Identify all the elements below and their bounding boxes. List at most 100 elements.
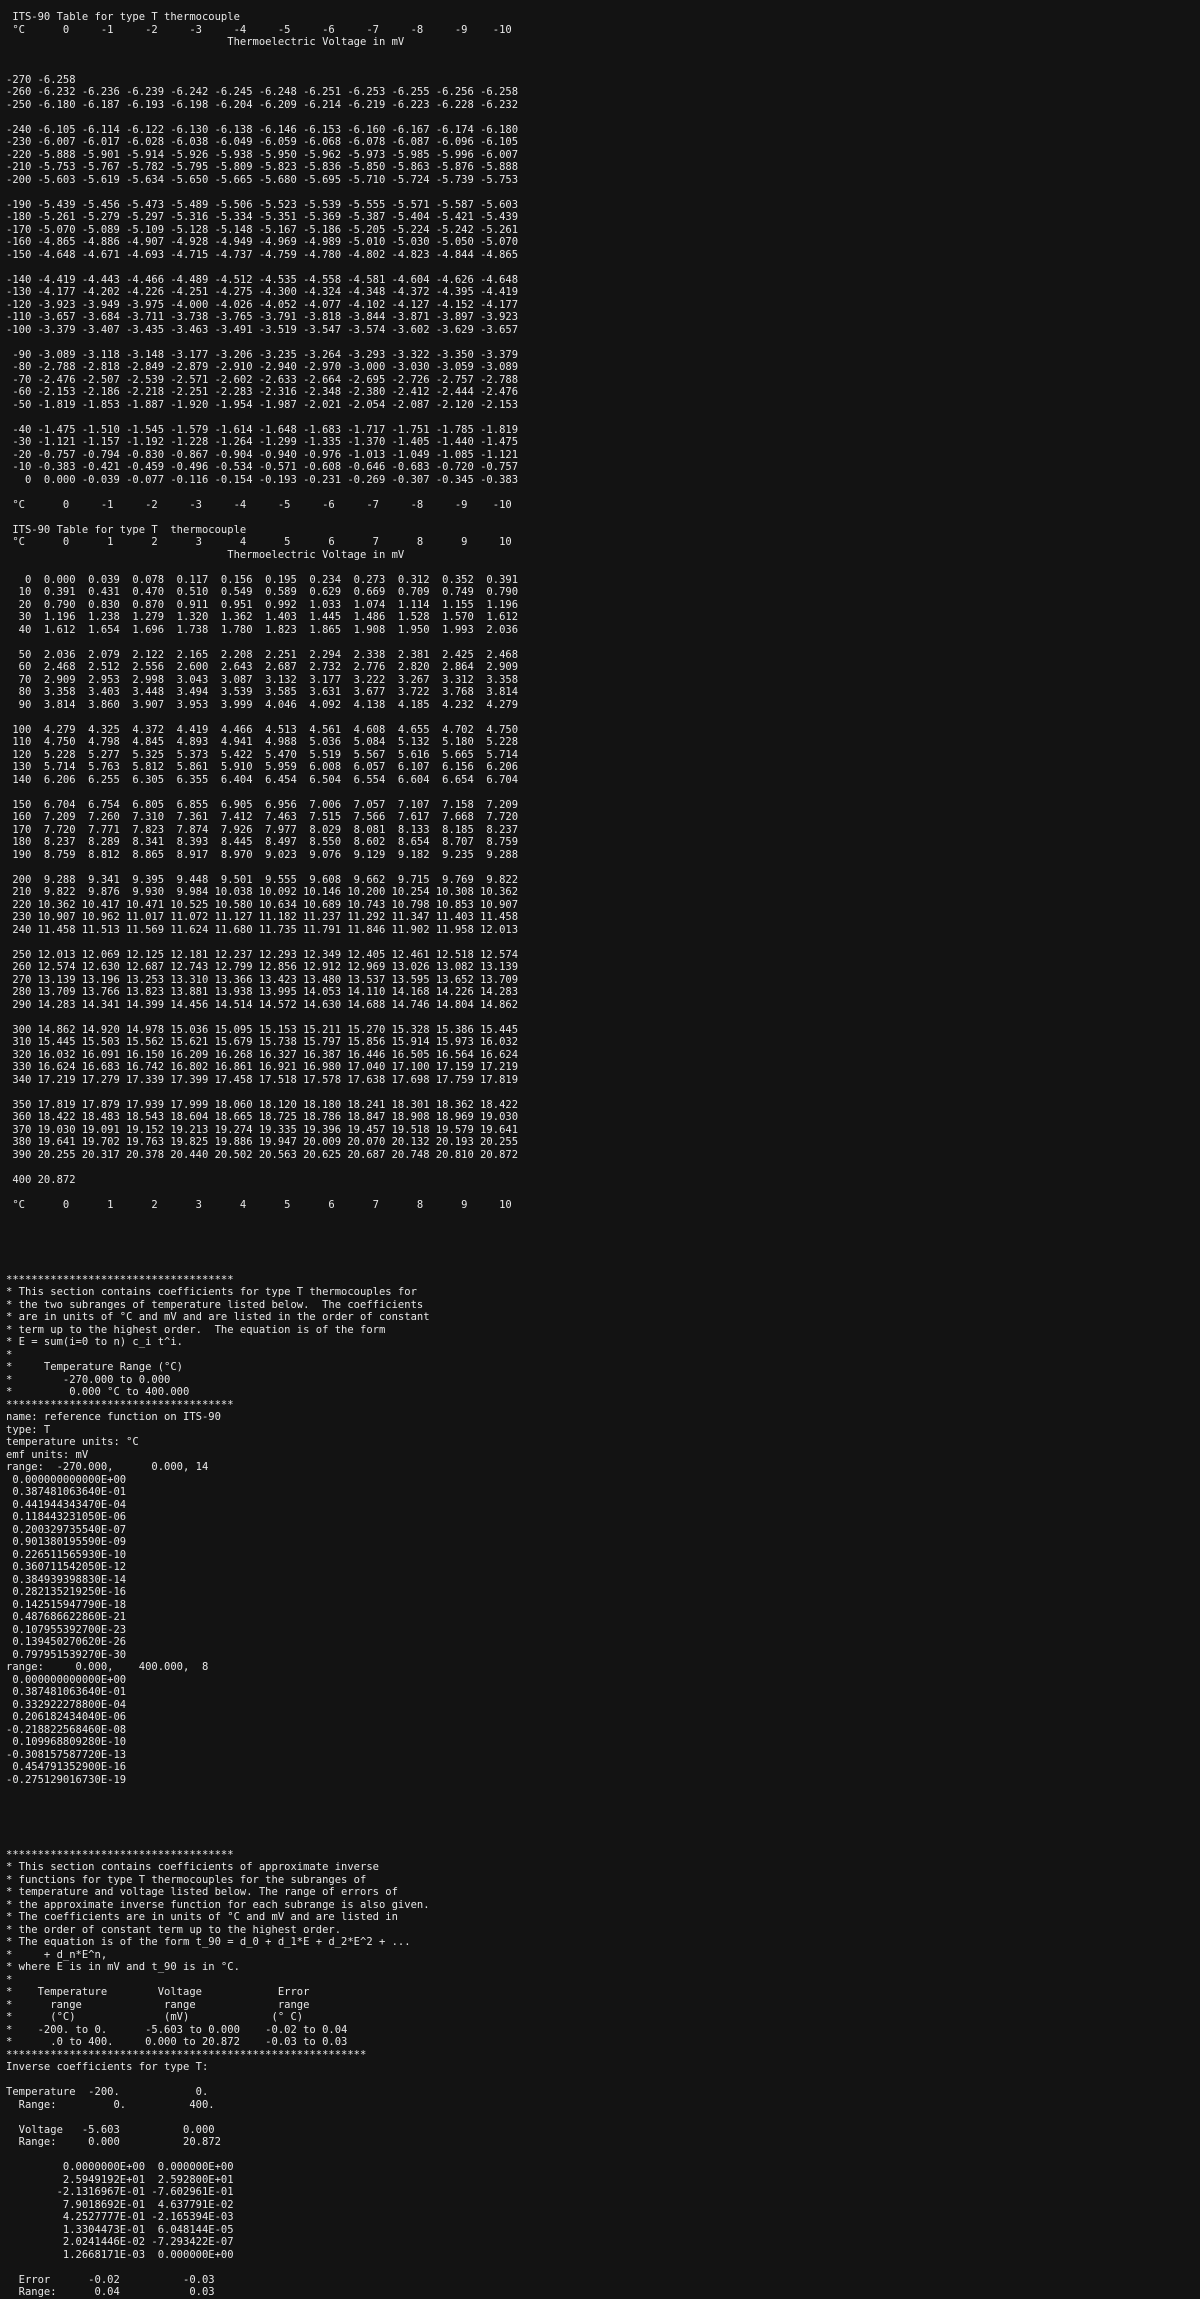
document-line: -260 -6.232 -6.236 -6.239 -6.242 -6.245 … [6,86,519,98]
document-line: * 0.000 °C to 400.000 [6,1386,190,1398]
document-line: 2.5949192E+01 2.592800E+01 [6,2173,234,2186]
document-line: 0.797951539270E-30 [6,1648,127,1661]
document-line: 140 6.206 6.255 6.305 6.355 6.404 6.454 … [6,773,519,786]
document-line: ITS-90 Table for type T thermocouple [6,523,247,536]
document-line: 20 0.790 0.830 0.870 0.911 0.951 0.992 1… [6,598,519,611]
document-line: 400 20.872 [6,1173,76,1186]
document-line: * the two subranges of temperature liste… [6,1298,424,1311]
document-line: 0.206182434040E-06 [6,1711,127,1723]
document-line: * .0 to 400. 0.000 to 20.872 -0.03 to 0.… [6,2036,348,2048]
document-line: -200 -5.603 -5.619 -5.634 -5.650 -5.665 … [6,173,519,186]
document-line: * range range range [6,1998,310,2011]
document-line: Temperature -200. 0. [6,2086,209,2098]
document-line: °C 0 1 2 3 4 5 6 7 8 9 10 [6,536,512,548]
document-line: 320 16.032 16.091 16.150 16.209 16.268 1… [6,1048,519,1061]
document-line: -140 -4.419 -4.443 -4.466 -4.489 -4.512 … [6,273,519,286]
document-line: 360 18.422 18.483 18.543 18.604 18.665 1… [6,1111,519,1123]
document-line: name: reference function on ITS-90 [6,1411,221,1423]
document-line: 0 0.000 0.039 0.078 0.117 0.156 0.195 0.… [6,573,519,586]
document-line: 200 9.288 9.341 9.395 9.448 9.501 9.555 … [6,873,519,886]
document-line: 370 19.030 19.091 19.152 19.213 19.274 1… [6,1123,519,1136]
document-line: ****************************************… [6,2048,367,2061]
document-line: 150 6.704 6.754 6.805 6.855 6.905 6.956 … [6,798,519,811]
document-line: 110 4.750 4.798 4.845 4.893 4.941 4.988 … [6,736,519,748]
document-line: 0.107955392700E-23 [6,1623,127,1636]
document-line: Error -0.02 -0.03 [6,2273,215,2286]
document-line: 1.3304473E-01 6.048144E-05 [6,2223,234,2236]
document-line: * temperature and voltage listed below. … [6,1886,398,1898]
document-line: 300 14.862 14.920 14.978 15.036 15.095 1… [6,1023,519,1036]
document-line: 0 0.000 -0.039 -0.077 -0.116 -0.154 -0.1… [6,473,519,486]
document-line: 0.282135219250E-16 [6,1586,127,1598]
document-line: * This section contains coefficients of … [6,1861,379,1873]
document-line: * the order of constant term up to the h… [6,1923,342,1936]
document-line: * functions for type T thermocouples for… [6,1873,367,1886]
document-line: 7.9018692E-01 4.637791E-02 [6,2198,234,2211]
document-line: -170 -5.070 -5.089 -5.109 -5.128 -5.148 … [6,223,519,236]
document-line: * [6,1348,13,1361]
document-line: -230 -6.007 -6.017 -6.028 -6.038 -6.049 … [6,136,519,148]
document-line: -250 -6.180 -6.187 -6.193 -6.198 -6.204 … [6,98,519,111]
document-line: 0.901380195590E-09 [6,1536,127,1548]
document-line: 270 13.139 13.196 13.253 13.310 13.366 1… [6,973,519,986]
document-line: 130 5.714 5.763 5.812 5.861 5.910 5.959 … [6,761,519,773]
document-line: 4.2527777E-01 -2.165394E-03 [6,2211,234,2223]
document-line: * Temperature Voltage Error [6,1986,310,1998]
document-line: 80 3.358 3.403 3.448 3.494 3.539 3.585 3… [6,686,519,698]
document-line: Thermoelectric Voltage in mV [6,548,405,561]
document-line: -60 -2.153 -2.186 -2.218 -2.251 -2.283 -… [6,386,519,398]
document-line: 160 7.209 7.260 7.310 7.361 7.412 7.463 … [6,811,519,823]
document-line: 0.0000000E+00 0.000000E+00 [6,2161,234,2173]
document-line: range: 0.000, 400.000, 8 [6,1661,209,1673]
document-line: 390 20.255 20.317 20.378 20.440 20.502 2… [6,1148,519,1161]
document-line: 1.2668171E-03 0.000000E+00 [6,2248,234,2261]
document-line: -80 -2.788 -2.818 -2.849 -2.879 -2.910 -… [6,361,519,373]
document-line: -0.275129016730E-19 [6,1773,127,1786]
document-line: -50 -1.819 -1.853 -1.887 -1.920 -1.954 -… [6,398,519,411]
document-line: ************************************ [6,1848,234,1861]
document-line: -90 -3.089 -3.118 -3.148 -3.177 -3.206 -… [6,348,519,361]
document-line: -70 -2.476 -2.507 -2.539 -2.571 -2.602 -… [6,373,519,386]
document-line: -100 -3.379 -3.407 -3.435 -3.463 -3.491 … [6,323,519,336]
document-line: -0.308157587720E-13 [6,1748,127,1761]
document-line: -180 -5.261 -5.279 -5.297 -5.316 -5.334 … [6,211,519,223]
document-line: 30 1.196 1.238 1.279 1.320 1.362 1.403 1… [6,611,519,623]
document-line: 0.384939398830E-14 [6,1573,127,1586]
document-line: * [6,1973,13,1986]
document-line: 340 17.219 17.279 17.339 17.399 17.458 1… [6,1073,519,1086]
document-line: 380 19.641 19.702 19.763 19.825 19.886 1… [6,1136,519,1148]
document-line: 0.142515947790E-18 [6,1598,127,1611]
document-line: * Temperature Range (°C) [6,1361,184,1373]
document-line: 0.000000000000E+00 [6,1673,127,1686]
document-line: * The equation is of the form t_90 = d_0… [6,1936,411,1948]
document-line: 210 9.822 9.876 9.930 9.984 10.038 10.09… [6,886,519,898]
document-line: 0.387481063640E-01 [6,1486,127,1498]
document-line: 0.332922278800E-04 [6,1698,127,1711]
document-line: -20 -0.757 -0.794 -0.830 -0.867 -0.904 -… [6,448,519,461]
document-line: 0.454791352900E-16 [6,1761,127,1773]
document-line: 170 7.720 7.771 7.823 7.874 7.926 7.977 … [6,823,519,836]
document-line: * where E is in mV and t_90 is in °C. [6,1961,240,1973]
document-line: -130 -4.177 -4.202 -4.226 -4.251 -4.275 … [6,286,519,298]
document-line: 0.000000000000E+00 [6,1473,127,1486]
document-line: * This section contains coefficients for… [6,1286,417,1298]
document-line: Voltage -5.603 0.000 [6,2123,215,2136]
document-line: * E = sum(i=0 to n) c_i t^i. [6,1336,184,1348]
